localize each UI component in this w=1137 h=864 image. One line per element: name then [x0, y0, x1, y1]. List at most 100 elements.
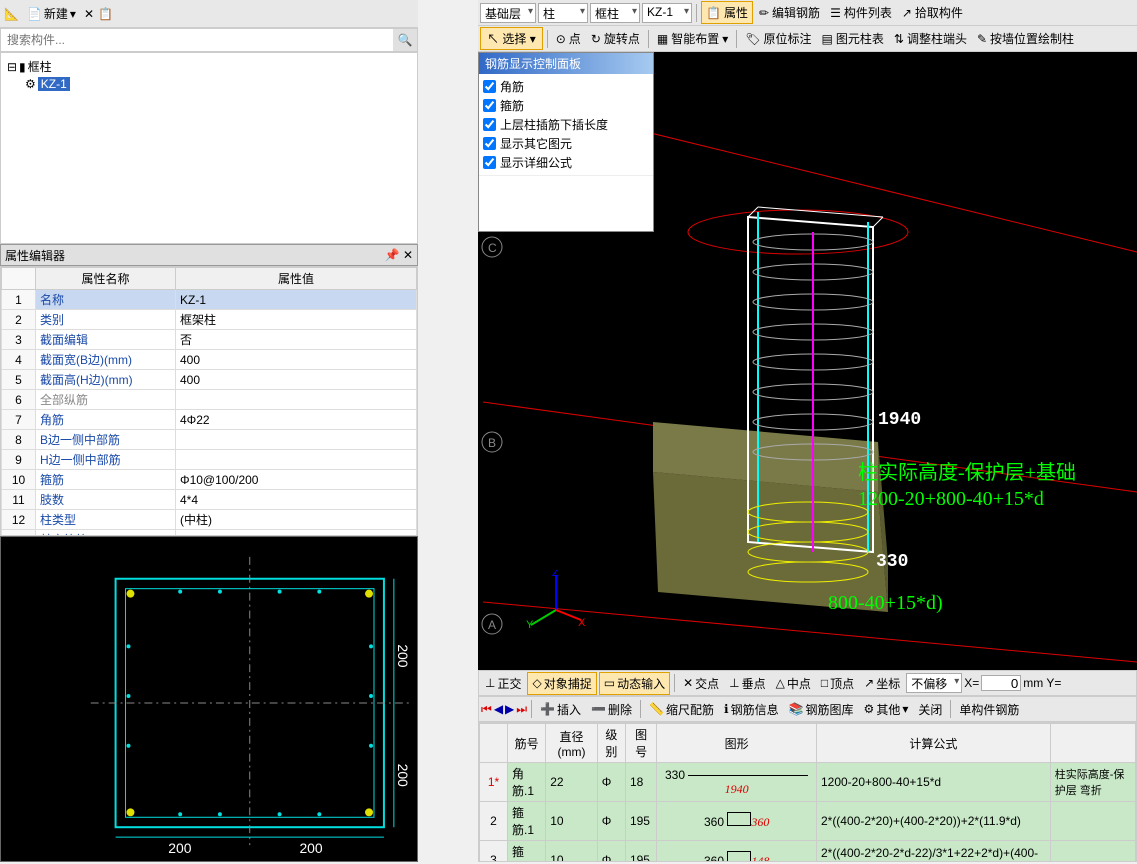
check-label: 上层柱插筋下插长度 — [500, 116, 608, 133]
first-icon[interactable]: ⏮ — [481, 702, 492, 717]
y-label: mm Y= — [1023, 676, 1061, 690]
smart-button[interactable]: ▦智能布置 ▾ — [653, 28, 732, 49]
floor-dropdown[interactable]: 基础层 — [480, 3, 536, 23]
edit-rebar-button[interactable]: ✏编辑钢筋 — [755, 2, 824, 23]
delete-button[interactable]: ➖删除 — [587, 699, 636, 720]
perp-button[interactable]: ⊥垂点 — [725, 673, 769, 694]
rebar-check-item[interactable]: 上层柱插筋下插长度 — [482, 115, 650, 134]
component-tree[interactable]: ⊟ ▮ 框柱 ⚙ KZ-1 — [0, 52, 418, 244]
svg-text:200: 200 — [168, 840, 191, 856]
mid-icon: △ — [776, 676, 785, 690]
single-button[interactable]: 单构件钢筋 — [955, 699, 1023, 720]
elev-button[interactable]: ▤图元柱表 — [818, 28, 888, 49]
search-box: 🔍 — [0, 28, 418, 52]
check-label: 显示详细公式 — [500, 154, 572, 171]
other-button[interactable]: ⚙其他 ▾ — [860, 699, 913, 720]
rebar-result-table[interactable]: 筋号直径(mm)级别图号图形计算公式 1*角筋.122Φ18330 194012… — [478, 722, 1137, 862]
delete-icon[interactable]: ✕ — [84, 7, 94, 21]
copy-icon[interactable]: 📋 — [98, 7, 113, 21]
pick-icon: ↗ — [902, 6, 912, 20]
checkbox[interactable] — [483, 156, 496, 169]
info-button[interactable]: ℹ钢筋信息 — [720, 699, 783, 720]
rotate-button[interactable]: ↻旋转点 — [587, 28, 644, 49]
next-icon[interactable]: ▶ — [505, 702, 514, 716]
dim-label: 330 — [876, 552, 908, 572]
rebar-icon: 📐 — [4, 7, 19, 21]
result-col: 计算公式 — [816, 724, 1050, 763]
wall-button[interactable]: ✎按墙位置绘制柱 — [973, 28, 1078, 49]
rebar-check-item[interactable]: 显示详细公式 — [482, 153, 650, 172]
rebar-check-item[interactable]: 显示其它图元 — [482, 134, 650, 153]
ortho-button[interactable]: ⊥正交 — [481, 673, 525, 694]
tree-item[interactable]: ⚙ KZ-1 — [5, 76, 413, 92]
search-input[interactable] — [1, 29, 393, 51]
property-row[interactable]: 5截面高(H边)(mm)400 — [2, 370, 417, 390]
rebar-display-panel[interactable]: 钢筋显示控制面板 角筋箍筋上层柱插筋下插长度显示其它图元显示详细公式 — [478, 52, 654, 232]
checkbox[interactable] — [483, 80, 496, 93]
offset-dropdown[interactable]: 不偏移 — [906, 673, 962, 693]
scale-button[interactable]: 📏缩尺配筋 — [645, 699, 718, 720]
result-row[interactable]: 1*角筋.122Φ18330 19401200-20+800-40+15*d柱实… — [480, 763, 1136, 802]
table-icon: ▤ — [822, 32, 833, 46]
view-3d[interactable]: C B A 钢筋显示控制面板 角筋箍筋上层柱插筋下插长度显示其它图元显示详细公式… — [478, 52, 1137, 670]
rebar-panel-title: 钢筋显示控制面板 — [479, 53, 653, 74]
dyn-button[interactable]: ▭动态输入 — [599, 672, 670, 695]
svg-text:X: X — [578, 617, 586, 629]
coord-button[interactable]: ↗坐标 — [860, 673, 904, 694]
formula-label: 800-40+15*d) — [828, 592, 943, 615]
property-row[interactable]: 3截面编辑否 — [2, 330, 417, 350]
checkbox[interactable] — [483, 137, 496, 150]
pick-button[interactable]: ↗拾取构件 — [898, 2, 967, 23]
property-row[interactable]: 9H边一侧中部筋 — [2, 450, 417, 470]
checkbox[interactable] — [483, 118, 496, 131]
adjust-button[interactable]: ⇅调整柱端头 — [890, 28, 971, 49]
type-dropdown[interactable]: 柱 — [538, 3, 588, 23]
last-icon[interactable]: ⏭ — [516, 702, 527, 717]
property-table[interactable]: 属性名称 属性值 1名称KZ-12类别框架柱3截面编辑否4截面宽(B边)(mm)… — [0, 266, 418, 536]
apex-button[interactable]: □顶点 — [817, 673, 858, 694]
close-button[interactable]: 关闭 — [914, 699, 946, 720]
search-button[interactable]: 🔍 — [393, 29, 417, 51]
new-label: 新建 — [44, 5, 68, 22]
property-row[interactable]: 8B边一侧中部筋 — [2, 430, 417, 450]
property-row[interactable]: 6全部纵筋 — [2, 390, 417, 410]
new-button[interactable]: 📄 新建 ▾ — [23, 3, 80, 24]
point-button[interactable]: ⊙点 — [552, 28, 585, 49]
property-row[interactable]: 1名称KZ-1 — [2, 290, 417, 310]
lib-button[interactable]: 📚钢筋图库 — [785, 699, 858, 720]
select-button[interactable]: ↖ 选择 ▾ — [480, 27, 543, 50]
property-row[interactable]: 11肢数4*4 — [2, 490, 417, 510]
x-input[interactable] — [981, 675, 1021, 691]
rebar-check-item[interactable]: 角筋 — [482, 77, 650, 96]
svg-text:Y: Y — [526, 619, 534, 630]
property-row[interactable]: 4截面宽(B边)(mm)400 — [2, 350, 417, 370]
component-list-button[interactable]: ☰构件列表 — [826, 2, 896, 23]
result-row[interactable]: 2箍筋.110Φ195360 3602*((400-2*20)+(400-2*2… — [480, 802, 1136, 841]
insert-button[interactable]: ➕插入 — [536, 699, 585, 720]
inter-icon: ✕ — [683, 676, 693, 690]
property-row[interactable]: 12柱类型(中柱) — [2, 510, 417, 530]
column-icon: ▮ — [19, 60, 26, 74]
origin-button[interactable]: 🏷原位标注 — [741, 28, 815, 49]
rotate-icon: ↻ — [591, 32, 601, 46]
property-row[interactable]: 7角筋4Φ22 — [2, 410, 417, 430]
result-row[interactable]: 3箍筋.210Φ195360 1482*((400-2*20-2*d-22)/3… — [480, 841, 1136, 863]
collapse-icon[interactable]: ⊟ — [7, 60, 17, 74]
close-icon[interactable]: ✕ — [403, 248, 413, 262]
inter-button[interactable]: ✕交点 — [679, 673, 723, 694]
mid-button[interactable]: △中点 — [772, 673, 815, 694]
property-row[interactable]: 2类别框架柱 — [2, 310, 417, 330]
osnap-button[interactable]: ◇对象捕捉 — [527, 672, 596, 695]
name-dropdown[interactable]: KZ-1 — [642, 3, 692, 23]
pin-icon[interactable]: 📌 — [385, 248, 400, 262]
property-button[interactable]: 📋属性 — [701, 1, 753, 24]
dyn-icon: ▭ — [604, 676, 615, 690]
info-icon: ℹ — [724, 702, 729, 716]
tree-root[interactable]: ⊟ ▮ 框柱 — [5, 57, 413, 76]
checkbox[interactable] — [483, 99, 496, 112]
property-row[interactable]: 10箍筋Φ10@100/200 — [2, 470, 417, 490]
subtype-dropdown[interactable]: 框柱 — [590, 3, 640, 23]
rebar-check-item[interactable]: 箍筋 — [482, 96, 650, 115]
section-view[interactable]: 200 200 200 200 — [0, 536, 418, 862]
prev-icon[interactable]: ◀ — [494, 702, 503, 716]
